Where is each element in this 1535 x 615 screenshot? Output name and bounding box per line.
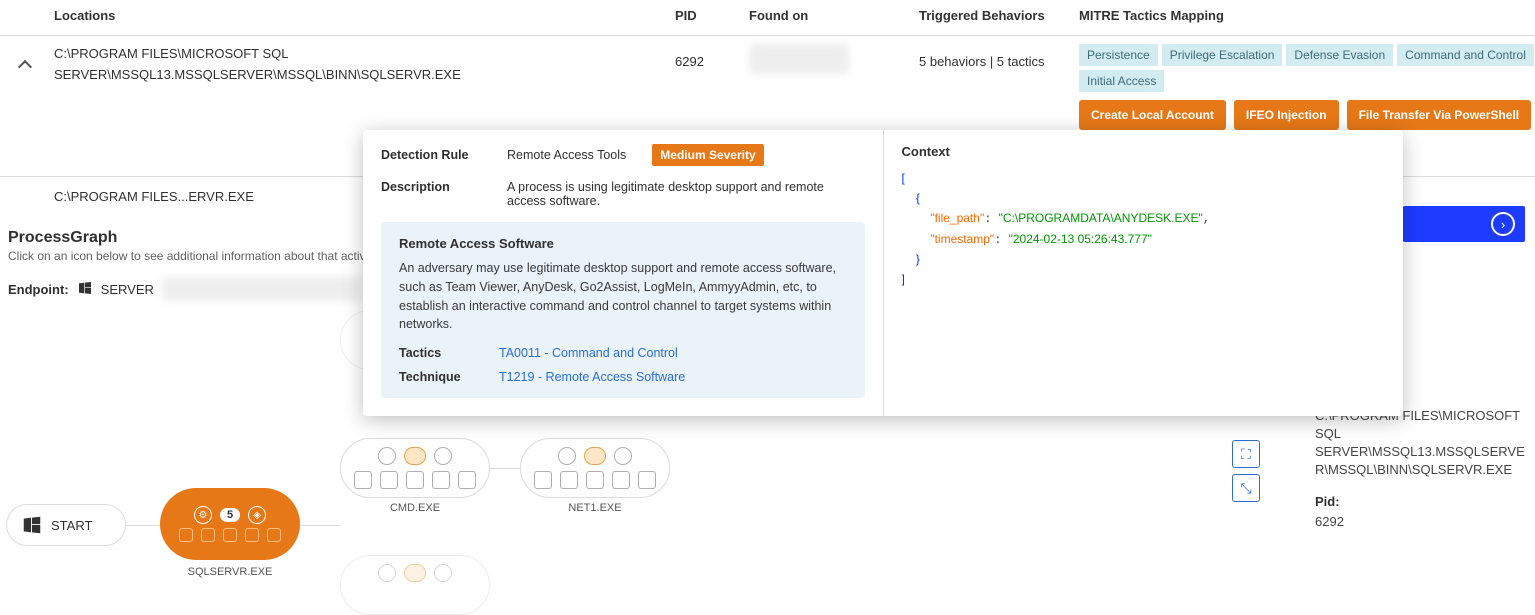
infobox-technique-label: Technique <box>399 370 469 384</box>
cell-location: C:\PROGRAM FILES\MICROSOFT SQL SERVER\MS… <box>50 44 675 86</box>
side-path-value: C:\PROGRAM FILES\MICROSOFT SQL SERVER\MS… <box>1315 407 1525 480</box>
tactic-tag[interactable]: Defense Evasion <box>1286 44 1393 66</box>
node-start[interactable]: START <box>6 504 126 546</box>
behavior-button[interactable]: Create Local Account <box>1079 100 1226 130</box>
infobox-body: An adversary may use legitimate desktop … <box>399 259 847 334</box>
tactic-tag[interactable]: Persistence <box>1079 44 1158 66</box>
node-process-label: SQLSERVR.EXE <box>160 566 300 578</box>
header-mitre[interactable]: MITRE Tactics Mapping <box>1079 8 1535 23</box>
graph-controls: ⛶ ⤡ <box>1232 440 1260 502</box>
popup-context-label: Context <box>902 144 1386 159</box>
cell-pid: 6292 <box>675 44 749 69</box>
header-found[interactable]: Found on <box>749 8 919 23</box>
collapse-button[interactable]: ⤡ <box>1232 474 1260 502</box>
header-locations[interactable]: Locations <box>50 8 675 23</box>
popup-description-value: A process is using legitimate desktop su… <box>507 180 865 208</box>
chevron-up-icon[interactable] <box>18 60 32 74</box>
tactic-tag[interactable]: Command and Control <box>1397 44 1534 66</box>
side-pid-value: 6292 <box>1315 513 1525 531</box>
node-child[interactable] <box>520 438 670 498</box>
cell-triggered: 5 behaviors | 5 tactics <box>919 44 1079 69</box>
node-child[interactable] <box>340 555 490 615</box>
popup-infobox: Remote Access Software An adversary may … <box>381 222 865 398</box>
header-triggered[interactable]: Triggered Behaviors <box>919 8 1079 23</box>
severity-badge: Medium Severity <box>652 144 763 166</box>
popup-description-label: Description <box>381 180 481 194</box>
node-child-label: NET1.EXE <box>520 502 670 514</box>
shield-icon: ◈ <box>248 506 266 524</box>
fullscreen-button[interactable]: ⛶ <box>1232 440 1260 468</box>
table-header-row: Locations PID Found on Triggered Behavio… <box>0 0 1535 35</box>
windows-icon <box>21 514 43 536</box>
behavior-button[interactable]: File Transfer Via PowerShell <box>1347 100 1532 130</box>
node-child-label: CMD.EXE <box>340 502 490 514</box>
infobox-title: Remote Access Software <box>399 236 847 251</box>
arrow-right-icon: › <box>1491 212 1515 236</box>
graph-action-bar[interactable]: › <box>1403 206 1525 242</box>
tactic-tag[interactable]: Initial Access <box>1079 70 1164 92</box>
tactic-tag[interactable]: Privilege Escalation <box>1162 44 1283 66</box>
side-pid-label: Pid: <box>1315 494 1525 509</box>
behavior-button[interactable]: IFEO Injection <box>1234 100 1339 130</box>
node-highlighted-process[interactable]: ⚙ 5 ◈ <box>160 488 300 560</box>
node-child[interactable] <box>340 438 490 498</box>
popup-detection-rule-label: Detection Rule <box>381 148 481 162</box>
infobox-tactics-link[interactable]: TA0011 - Command and Control <box>499 346 678 360</box>
infobox-technique-link[interactable]: T1219 - Remote Access Software <box>499 370 685 384</box>
infobox-tactics-label: Tactics <box>399 346 469 360</box>
popup-context-code[interactable]: [ { "file_path": "C:\PROGRAMDATA\ANYDESK… <box>902 169 1386 290</box>
header-pid[interactable]: PID <box>675 8 749 23</box>
popup-detection-rule-value: Remote Access Tools <box>507 148 626 162</box>
detection-detail-popup: Detection Rule Remote Access Tools Mediu… <box>363 130 1403 416</box>
process-count-badge: 5 <box>220 508 240 522</box>
gear-icon: ⚙ <box>194 506 212 524</box>
tactics-tags: Persistence Privilege Escalation Defense… <box>1079 44 1535 92</box>
redacted-found-on <box>749 44 849 74</box>
node-start-label: START <box>51 518 92 533</box>
